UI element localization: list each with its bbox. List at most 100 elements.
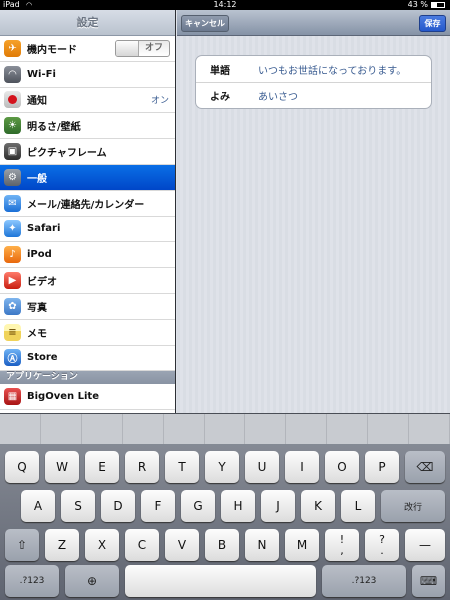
backspace-key[interactable]: ⌫ (405, 451, 445, 483)
sidebar-item-notifications[interactable]: 通知 オン (0, 88, 175, 114)
sidebar-item-bigoven[interactable]: ▦ BigOven Lite (0, 384, 175, 411)
key-c[interactable]: C (125, 529, 159, 561)
key-exclamation-comma[interactable]: !, (325, 529, 359, 561)
candidate-cell[interactable] (41, 414, 82, 444)
sidebar-item-ipod[interactable]: ♪ iPod (0, 242, 175, 269)
key-k[interactable]: K (301, 490, 335, 522)
save-button[interactable]: 保存 (419, 15, 446, 32)
sidebar-item-notes[interactable]: ≡ メモ (0, 320, 175, 346)
reading-field[interactable]: よみ あいさつ (196, 82, 431, 108)
candidate-cell[interactable] (245, 414, 287, 444)
battery-icon (431, 2, 445, 8)
key-n[interactable]: N (245, 529, 279, 561)
sidebar-item-label: 通知 (27, 96, 47, 108)
key-l[interactable]: L (341, 490, 375, 522)
key-r[interactable]: R (125, 451, 159, 483)
sidebar-item-picture-frame[interactable]: ▣ ピクチャフレーム (0, 139, 175, 165)
section-header-applications: アプリケーション (0, 371, 175, 385)
key-d[interactable]: D (101, 490, 135, 522)
key-o[interactable]: O (325, 451, 359, 483)
candidate-cell[interactable] (368, 414, 410, 444)
sidebar-item-wifi[interactable]: ◠ Wi-Fi (0, 62, 175, 88)
sidebar-item-store[interactable]: Ⓐ Store (0, 346, 175, 372)
candidate-cell[interactable] (286, 414, 328, 444)
key-m[interactable]: M (285, 529, 319, 561)
notes-icon: ≡ (4, 323, 21, 341)
sidebar-item-label: メール/連絡先/カレンダー (27, 199, 145, 211)
notifications-icon (4, 91, 21, 109)
phrase-value[interactable]: いつもお世話になっております。 (258, 62, 406, 77)
sidebar-item-label: BigOven Lite (27, 391, 99, 403)
dash-key[interactable]: — (405, 529, 445, 561)
return-key[interactable]: 改行 (381, 490, 445, 522)
screen: iPad ◠ 14:12 43 % 設定 ✈ 機内モード オフ ◠ Wi-Fi … (0, 0, 450, 600)
sidebar-item-brightness[interactable]: ☀ 明るさ/壁紙 (0, 113, 175, 140)
status-bar: iPad ◠ 14:12 43 % (0, 0, 450, 10)
key-p[interactable]: P (365, 451, 399, 483)
key-x[interactable]: X (85, 529, 119, 561)
key-question-period[interactable]: ?. (365, 529, 399, 561)
phrase-label: 単語 (210, 65, 230, 77)
toggle-knob (116, 41, 139, 56)
key-f[interactable]: F (141, 490, 175, 522)
phrase-field[interactable]: 単語 いつもお世話になっております。 (196, 56, 431, 82)
sidebar-item-label: ピクチャフレーム (27, 148, 107, 160)
key-v[interactable]: V (165, 529, 199, 561)
candidate-cell[interactable] (82, 414, 123, 444)
key-u[interactable]: U (245, 451, 279, 483)
hide-keyboard-key[interactable]: ⌨ (412, 565, 445, 597)
photos-icon: ✿ (4, 297, 21, 315)
sidebar-item-label: 明るさ/壁紙 (27, 122, 81, 134)
reading-label: よみ (210, 92, 230, 103)
sidebar-item-label: ビデオ (27, 277, 57, 289)
candidate-cell[interactable] (409, 414, 450, 444)
candidate-cell[interactable] (123, 414, 164, 444)
key-e[interactable]: E (85, 451, 119, 483)
sidebar-item-airplane-mode[interactable]: ✈ 機内モード オフ (0, 36, 175, 62)
sidebar-item-label: 機内モード (27, 44, 77, 56)
key-t[interactable]: T (165, 451, 199, 483)
key-w[interactable]: W (45, 451, 79, 483)
sidebar-item-mail[interactable]: ✉ メール/連絡先/カレンダー (0, 191, 175, 217)
sidebar-item-general[interactable]: ⚙ 一般 (0, 164, 175, 191)
key-h[interactable]: H (221, 490, 255, 522)
key-a[interactable]: A (21, 490, 55, 522)
key-y[interactable]: Y (205, 451, 239, 483)
mail-icon: ✉ (4, 194, 21, 212)
candidate-strip (0, 414, 450, 444)
shortcut-form: 単語 いつもお世話になっております。 よみ あいさつ (195, 55, 432, 109)
dash-icon: — (419, 538, 431, 552)
cancel-button[interactable]: キャンセル (181, 15, 229, 32)
key-g[interactable]: G (181, 490, 215, 522)
numbers-key-right[interactable]: .?123 (322, 565, 406, 597)
sidebar-item-label: Wi-Fi (27, 68, 56, 80)
notifications-status: オン (150, 96, 169, 107)
key-z[interactable]: Z (45, 529, 79, 561)
sidebar-item-label: メモ (27, 328, 47, 340)
sidebar-item-safari[interactable]: ✦ Safari (0, 217, 175, 243)
key-q[interactable]: Q (5, 451, 39, 483)
candidate-cell[interactable] (205, 414, 246, 444)
candidate-cell[interactable] (164, 414, 205, 444)
brightness-icon: ☀ (4, 117, 21, 135)
sidebar-item-photos[interactable]: ✿ 写真 (0, 294, 175, 320)
numbers-key-left[interactable]: .?123 (5, 565, 59, 597)
sidebar-item-video[interactable]: ▶ ビデオ (0, 268, 175, 294)
candidate-cell[interactable] (0, 414, 41, 444)
key-b[interactable]: B (205, 529, 239, 561)
detail-nav-bar: キャンセル 保存 (177, 10, 450, 36)
reading-value[interactable]: あいさつ (258, 88, 298, 103)
key-s[interactable]: S (61, 490, 95, 522)
key-i[interactable]: I (285, 451, 319, 483)
video-icon: ▶ (4, 272, 21, 290)
keyboard-dismiss-icon: ⌨ (419, 574, 438, 588)
candidate-cell[interactable] (327, 414, 369, 444)
globe-key[interactable]: ⊕ (65, 565, 119, 597)
shift-key[interactable]: ⇧ (5, 529, 39, 561)
airplane-mode-toggle[interactable]: オフ (115, 40, 170, 57)
general-gear-icon: ⚙ (4, 168, 21, 186)
key-j[interactable]: J (261, 490, 295, 522)
settings-list: ✈ 機内モード オフ ◠ Wi-Fi 通知 オン ☀ 明るさ/壁紙 ▣ ピクチャ… (0, 36, 175, 372)
space-bar[interactable] (125, 565, 316, 597)
wifi-icon: ◠ (4, 65, 21, 83)
